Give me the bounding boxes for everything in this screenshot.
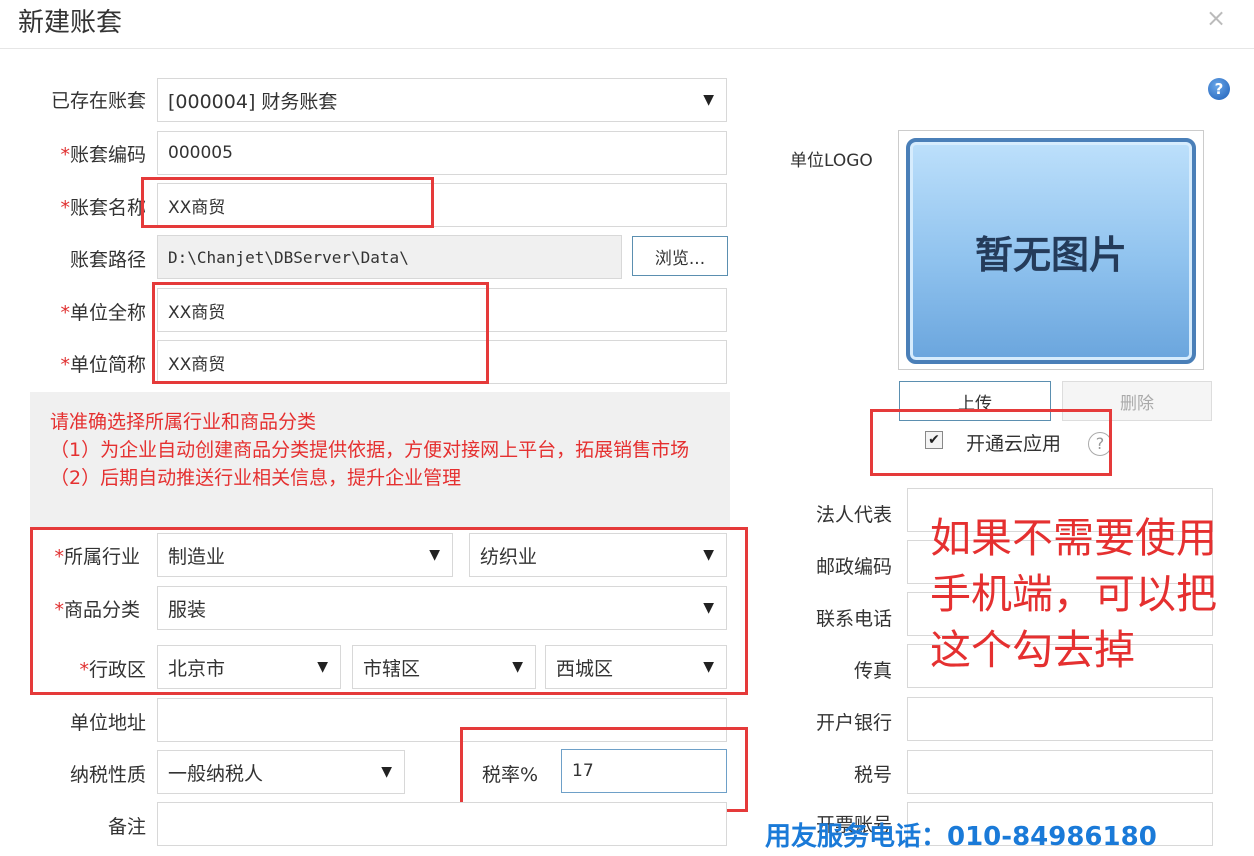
phone-label: 联系电话 (815, 608, 892, 630)
remark-input[interactable] (157, 802, 727, 846)
taxno-input[interactable] (907, 750, 1213, 794)
dropdown-arrow-icon: ▼ (703, 659, 714, 675)
dropdown-arrow-icon: ▼ (703, 92, 714, 108)
dropdown-arrow-icon: ▼ (381, 764, 392, 780)
bank-label: 开户银行 (815, 712, 892, 734)
taxno-label: 税号 (853, 764, 892, 786)
remark-label: 备注 (107, 816, 146, 838)
close-icon[interactable]: × (1206, 4, 1226, 32)
district-select[interactable]: 西城区 ▼ (545, 645, 727, 689)
service-phone-footer: 用友服务电话：010-84986180 (765, 822, 1157, 852)
taxrate-input[interactable]: 17 (561, 749, 727, 793)
fullname-label: *单位全称 (60, 302, 146, 324)
name-label: *账套名称 (60, 197, 146, 219)
fullname-input[interactable]: XX商贸 (157, 288, 727, 332)
shortname-label: *单位简称 (60, 354, 146, 376)
subindustry-select[interactable]: 纺织业 ▼ (469, 533, 727, 577)
cloud-checkbox[interactable]: ✔ (925, 431, 943, 449)
annotation-text: 如果不需要使用手机端，可以把这个勾去掉 (930, 514, 1217, 674)
logo-label: 单位LOGO (790, 151, 873, 171)
bank-input[interactable] (907, 697, 1213, 741)
dropdown-arrow-icon: ▼ (703, 600, 714, 616)
taxrate-label: 税率% (481, 764, 538, 786)
cloud-label: 开通云应用 (966, 433, 1062, 455)
path-label: 账套路径 (69, 249, 146, 271)
path-input[interactable]: D:\Chanjet\DBServer\Data\ (157, 235, 622, 279)
delete-button[interactable]: 删除 (1062, 381, 1212, 421)
cloud-help-icon[interactable]: ? (1088, 432, 1112, 456)
notice-text: 请准确选择所属行业和商品分类 （1）为企业自动创建商品分类提供依据，方便对接网上… (50, 411, 690, 489)
dialog-title: 新建账套 (18, 8, 123, 38)
industry-select[interactable]: 制造业 ▼ (157, 533, 453, 577)
city-select[interactable]: 市辖区 ▼ (352, 645, 536, 689)
address-input[interactable] (157, 698, 727, 742)
dropdown-arrow-icon: ▼ (703, 547, 714, 563)
dropdown-arrow-icon: ▼ (512, 659, 523, 675)
dropdown-arrow-icon: ▼ (317, 659, 328, 675)
existing-label: 已存在账套 (50, 90, 146, 112)
upload-button[interactable]: 上传 (899, 381, 1051, 421)
header-divider (0, 48, 1254, 49)
browse-button[interactable]: 浏览... (632, 236, 728, 276)
name-input[interactable]: XX商贸 (157, 183, 727, 227)
code-label: *账套编码 (60, 144, 146, 166)
category-select[interactable]: 服装 ▼ (157, 586, 727, 630)
region-label: *行政区 (79, 659, 146, 681)
postcode-label: 邮政编码 (815, 556, 892, 578)
dropdown-arrow-icon: ▼ (429, 547, 440, 563)
legal-label: 法人代表 (815, 504, 892, 526)
help-icon[interactable]: ? (1208, 78, 1230, 100)
category-label: *商品分类 (54, 599, 140, 621)
logo-placeholder-image: 暂无图片 (906, 138, 1196, 364)
taxtype-select[interactable]: 一般纳税人 ▼ (157, 750, 405, 794)
fax-label: 传真 (853, 660, 892, 682)
shortname-input[interactable]: XX商贸 (157, 340, 727, 384)
industry-label: *所属行业 (54, 546, 140, 568)
province-select[interactable]: 北京市 ▼ (157, 645, 341, 689)
existing-select[interactable]: [000004] 财务账套 ▼ (157, 78, 727, 122)
address-label: 单位地址 (69, 712, 146, 734)
code-input[interactable]: 000005 (157, 131, 727, 175)
taxtype-label: 纳税性质 (69, 764, 146, 786)
